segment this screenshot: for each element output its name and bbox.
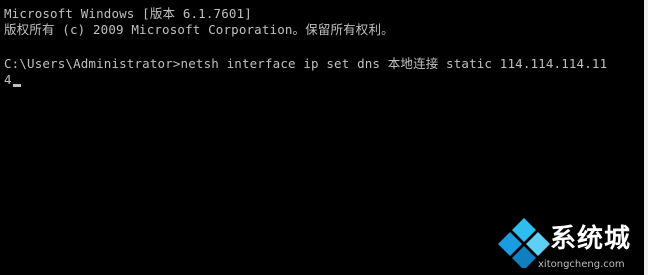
console-copyright-line: 版权所有 (c) 2009 Microsoft Corporation。保留所有… [4, 22, 394, 37]
watermark-url-text: xitongcheng.com [538, 259, 625, 270]
console-version-line: Microsoft Windows [版本 6.1.7601] [4, 6, 252, 21]
console-command-line[interactable]: C:\Users\Administrator>netsh interface i… [4, 56, 607, 72]
text-cursor [13, 84, 21, 87]
site-watermark: 系统城 xitongcheng.com [498, 212, 644, 272]
watermark-brand-text: 系统城 [550, 224, 632, 254]
console-command-wrap-line[interactable]: 4 [4, 72, 12, 88]
window-right-border [644, 0, 648, 275]
